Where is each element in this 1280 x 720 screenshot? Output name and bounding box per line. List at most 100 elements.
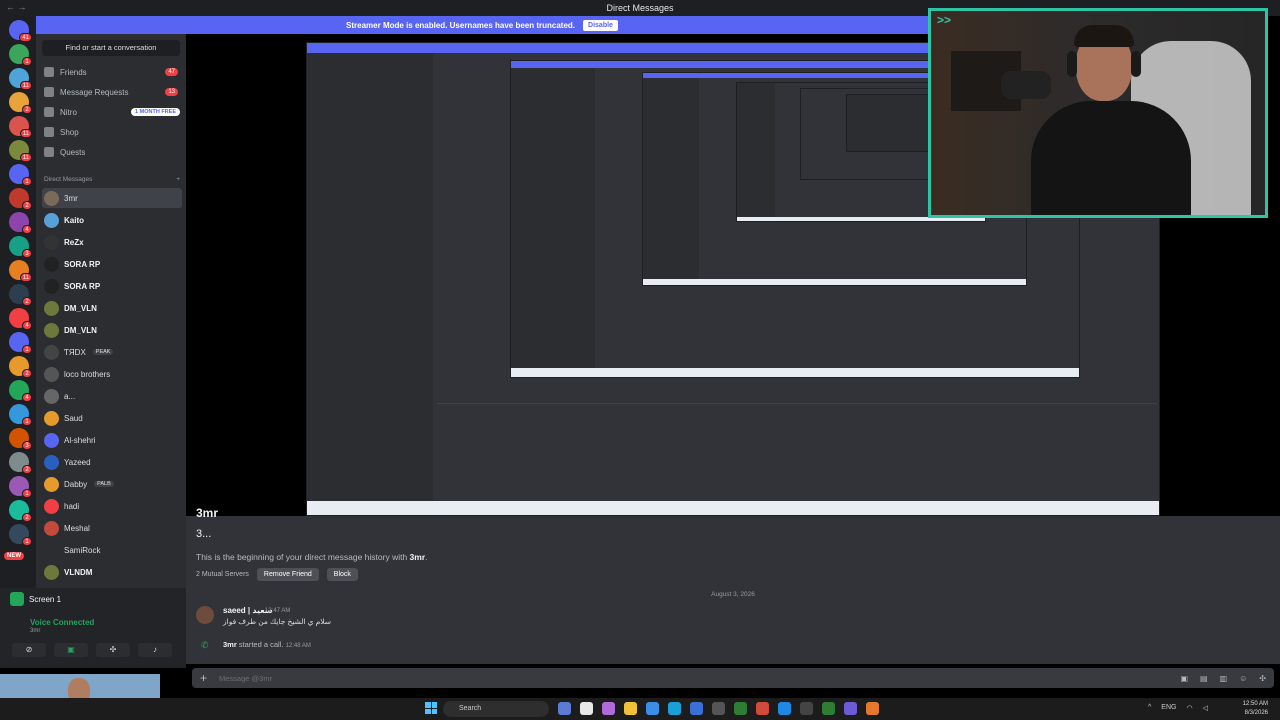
dm-item[interactable]: ƬЯDX PEAK bbox=[42, 342, 182, 362]
taskbar-app-icon[interactable] bbox=[734, 702, 747, 715]
server-badge: 1 bbox=[22, 489, 32, 498]
gift-icon[interactable]: ▣ bbox=[1180, 674, 1188, 683]
taskbar-app-icon[interactable] bbox=[844, 702, 857, 715]
friends-badge: 47 bbox=[165, 68, 178, 76]
dm-item[interactable]: Saud bbox=[42, 408, 182, 428]
dm-name: SORA RP bbox=[64, 281, 101, 291]
voice-status[interactable]: Voice Connected bbox=[30, 618, 94, 627]
nested-taskbar bbox=[511, 368, 1079, 377]
dm-item[interactable]: DM_VLN bbox=[42, 320, 182, 340]
dm-item[interactable]: SORA RP bbox=[42, 276, 182, 296]
server-icon[interactable]: 2 bbox=[9, 284, 32, 306]
server-icon[interactable]: 11 bbox=[9, 116, 32, 138]
nav-friends[interactable]: Friends 47 bbox=[44, 64, 182, 80]
nav-message-requests[interactable]: Message Requests 13 bbox=[44, 84, 182, 100]
taskbar-clock[interactable]: 12:50 AM 8/3/2026 bbox=[1243, 700, 1268, 718]
add-dm-button[interactable]: + bbox=[176, 176, 180, 183]
voice-panel: Screen 1 Voice Connected 3mr ⊘ ▣ ✣ ♪ bbox=[0, 588, 186, 668]
server-icon[interactable]: 1 bbox=[9, 404, 32, 426]
taskbar-app-icon[interactable] bbox=[690, 702, 703, 715]
taskbar-app-icon[interactable] bbox=[866, 702, 879, 715]
soundboard-button[interactable]: ♪ bbox=[138, 643, 172, 657]
nav-quests[interactable]: Quests bbox=[44, 144, 182, 160]
dm-item[interactable]: ReZx bbox=[42, 232, 182, 252]
taskbar-app-icon[interactable] bbox=[756, 702, 769, 715]
server-icon[interactable]: 1 bbox=[9, 44, 32, 66]
dm-item[interactable]: DM_VLN bbox=[42, 298, 182, 318]
dm-item[interactable]: a... bbox=[42, 386, 182, 406]
nav-arrows[interactable]: ← → bbox=[6, 2, 27, 12]
taskbar-app-icon[interactable] bbox=[580, 702, 593, 715]
server-icon[interactable]: 1 bbox=[9, 476, 32, 498]
server-icon[interactable]: 4 bbox=[9, 212, 32, 234]
server-icon[interactable]: 4 bbox=[9, 380, 32, 402]
find-conversation-input[interactable]: Find or start a conversation bbox=[42, 40, 180, 56]
server-icon[interactable]: 3 bbox=[9, 236, 32, 258]
server-badge: 1 bbox=[22, 345, 32, 354]
taskbar-app-icon[interactable] bbox=[668, 702, 681, 715]
dm-item[interactable]: VLNDM bbox=[42, 562, 182, 582]
message-input[interactable]: + Message @3mr ▣ ▤ ▥ ☺ ✣ bbox=[192, 668, 1274, 688]
block-button[interactable]: Block bbox=[326, 568, 358, 581]
server-badge: 4 bbox=[22, 393, 32, 402]
taskbar-app-icon[interactable] bbox=[778, 702, 791, 715]
cam-person-hair bbox=[1074, 25, 1134, 47]
server-icon[interactable]: 4 bbox=[9, 308, 32, 330]
attach-plus-icon[interactable]: + bbox=[200, 671, 207, 685]
message-avatar[interactable] bbox=[196, 606, 214, 624]
remove-friend-button[interactable]: Remove Friend bbox=[256, 568, 319, 581]
disable-button[interactable]: Disable bbox=[583, 19, 618, 31]
server-icon[interactable]: 2 bbox=[9, 92, 32, 114]
server-icon[interactable]: 41 bbox=[9, 20, 32, 42]
windows-start-icon[interactable] bbox=[425, 702, 437, 714]
dm-item[interactable]: Meshal bbox=[42, 518, 182, 538]
dm-item[interactable]: hadi bbox=[42, 496, 182, 516]
server-icon[interactable]: 3 bbox=[9, 428, 32, 450]
server-icon[interactable]: 2 bbox=[9, 452, 32, 474]
taskbar-app-icon[interactable] bbox=[712, 702, 725, 715]
nav-shop[interactable]: Shop bbox=[44, 124, 182, 140]
dm-item[interactable]: 3mr bbox=[42, 188, 182, 208]
server-icon[interactable]: 11 bbox=[9, 260, 32, 282]
tray-chevron-icon[interactable]: ^ bbox=[1148, 704, 1151, 712]
apps-icon[interactable]: ✣ bbox=[1259, 674, 1266, 683]
taskbar-app-icon[interactable] bbox=[800, 702, 813, 715]
gif-icon[interactable]: ▤ bbox=[1200, 674, 1208, 683]
mutual-row: 2 Mutual Servers Remove Friend Block bbox=[196, 568, 358, 581]
server-icon[interactable]: 2 bbox=[9, 500, 32, 522]
server-icon[interactable]: 1 bbox=[9, 524, 32, 546]
dm-item[interactable]: Kaito bbox=[42, 210, 182, 230]
lang-indicator[interactable]: ENG bbox=[1161, 704, 1176, 712]
friends-icon bbox=[44, 67, 54, 77]
dm-item[interactable]: Al-shehri bbox=[42, 430, 182, 450]
server-icon[interactable]: 1 bbox=[9, 164, 32, 186]
taskbar-app-icon[interactable] bbox=[646, 702, 659, 715]
sticker-icon[interactable]: ▥ bbox=[1220, 674, 1228, 683]
share-screen-button[interactable]: ▣ bbox=[54, 643, 88, 657]
taskbar-app-icon[interactable] bbox=[602, 702, 615, 715]
dm-item[interactable]: Dabby PALB bbox=[42, 474, 182, 494]
volume-icon[interactable]: ◁ bbox=[1203, 704, 1208, 712]
emoji-icon[interactable]: ☺ bbox=[1239, 674, 1247, 683]
dm-item[interactable]: loco brothers bbox=[42, 364, 182, 384]
nav-nitro[interactable]: Nitro 1 MONTH FREE bbox=[44, 104, 182, 120]
taskbar-app-icon[interactable] bbox=[558, 702, 571, 715]
dm-item[interactable]: SORA RP bbox=[42, 254, 182, 274]
taskbar-app-icon[interactable] bbox=[822, 702, 835, 715]
taskbar-app-icon[interactable] bbox=[624, 702, 637, 715]
server-icon[interactable]: 1 bbox=[9, 332, 32, 354]
cam-tag: >> bbox=[937, 13, 952, 27]
wifi-icon[interactable]: ◠ bbox=[1186, 704, 1192, 712]
dm-item[interactable]: SamiRock bbox=[42, 540, 182, 560]
camera-off-button[interactable]: ⊘ bbox=[12, 643, 46, 657]
taskbar-search[interactable]: Search bbox=[443, 701, 549, 717]
dm-item[interactable]: Yazeed bbox=[42, 452, 182, 472]
server-icon[interactable]: 11 bbox=[9, 140, 32, 162]
screen-share-label[interactable]: Screen 1 bbox=[10, 592, 61, 606]
activities-button[interactable]: ✣ bbox=[96, 643, 130, 657]
nested-sidebar bbox=[737, 83, 775, 219]
server-icon[interactable]: 11 bbox=[9, 68, 32, 90]
mutual-servers[interactable]: 2 Mutual Servers bbox=[196, 571, 249, 578]
server-icon[interactable]: 2 bbox=[9, 356, 32, 378]
server-icon[interactable]: 2 bbox=[9, 188, 32, 210]
